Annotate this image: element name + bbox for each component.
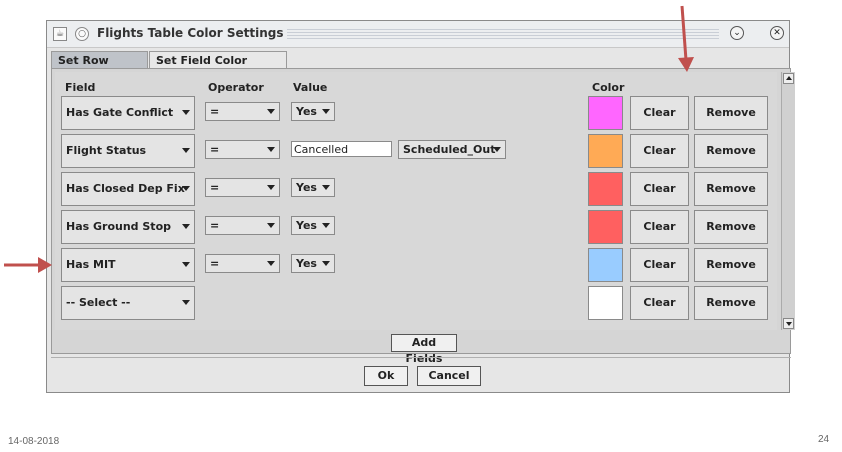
field-select-value: Has Gate Conflict: [66, 106, 174, 119]
value-select-value: Yes: [296, 219, 317, 232]
add-fields-button[interactable]: Add Fields: [391, 334, 457, 365]
field-select-value: Flight Status: [66, 144, 147, 157]
value-select[interactable]: Yes: [291, 216, 335, 235]
clear-button[interactable]: Clear: [630, 172, 689, 206]
operator-select-value: =: [210, 181, 220, 194]
java-app-icon: ☕: [53, 27, 67, 41]
remove-button[interactable]: Remove: [694, 96, 768, 130]
tab-set-row-colors[interactable]: Set Row Colors: [51, 51, 148, 84]
annotation-arrow-right: [4, 257, 52, 273]
operator-select[interactable]: =: [205, 254, 280, 273]
field-select-value: -- Select --: [66, 296, 131, 309]
operator-select-value: =: [210, 105, 220, 118]
chevron-down-icon: [322, 223, 330, 228]
color-swatch[interactable]: [588, 96, 623, 130]
window-menu-icon[interactable]: ○: [75, 27, 89, 41]
field-select[interactable]: Has Ground Stop: [61, 210, 195, 244]
chevron-down-icon: [493, 147, 501, 152]
vertical-scrollbar[interactable]: [781, 72, 795, 330]
remove-button[interactable]: Remove: [694, 134, 768, 168]
value-select-value: Yes: [296, 181, 317, 194]
color-settings-dialog: ☕ ○ Flights Table Color Settings ⌄ ✕ Set…: [46, 20, 795, 393]
operator-select[interactable]: =: [205, 178, 280, 197]
remove-button[interactable]: Remove: [694, 286, 768, 320]
chevron-down-icon: [267, 185, 275, 190]
value-select-value: Scheduled_Out: [403, 143, 496, 156]
chevron-down-icon: [267, 109, 275, 114]
window-title: Flights Table Color Settings: [97, 26, 284, 40]
title-bar: ☕ ○ Flights Table Color Settings ⌄ ✕: [47, 21, 789, 48]
value-select-value: Yes: [296, 105, 317, 118]
chevron-down-icon: [322, 261, 330, 266]
field-select-value: Has Closed Dep Fix: [66, 182, 185, 195]
operator-select-value: =: [210, 219, 220, 232]
chevron-down-icon: [182, 300, 190, 305]
remove-button[interactable]: Remove: [694, 248, 768, 282]
field-select[interactable]: Has MIT: [61, 248, 195, 282]
field-select[interactable]: -- Select --: [61, 286, 195, 320]
chevron-down-icon: [322, 109, 330, 114]
color-swatch[interactable]: [588, 286, 623, 320]
chevron-down-icon: [322, 185, 330, 190]
minimize-icon[interactable]: ⌄: [730, 26, 744, 40]
color-swatch[interactable]: [588, 172, 623, 206]
chevron-down-icon: [182, 186, 190, 191]
color-swatch[interactable]: [588, 210, 623, 244]
chevron-down-icon: [182, 110, 190, 115]
cancel-button[interactable]: Cancel: [417, 366, 481, 386]
scroll-down-button[interactable]: [783, 318, 794, 329]
color-swatch[interactable]: [588, 248, 623, 282]
field-select[interactable]: Has Gate Conflict: [61, 96, 195, 130]
remove-button[interactable]: Remove: [694, 172, 768, 206]
operator-select[interactable]: =: [205, 140, 280, 159]
chevron-down-icon: [182, 148, 190, 153]
clear-button[interactable]: Clear: [630, 134, 689, 168]
value-select-value: Yes: [296, 257, 317, 270]
clear-button[interactable]: Clear: [630, 96, 689, 130]
arrow-down-icon: [786, 322, 792, 326]
dialog-footer: Ok Cancel: [51, 357, 791, 391]
scroll-up-button[interactable]: [783, 73, 794, 84]
chevron-down-icon: [267, 223, 275, 228]
clear-button[interactable]: Clear: [630, 286, 689, 320]
clear-button[interactable]: Clear: [630, 248, 689, 282]
chevron-down-icon: [267, 147, 275, 152]
rules-list: Field Operator Value Color Has Gate Conf…: [55, 72, 777, 330]
operator-header: Operator: [208, 81, 264, 94]
field-select[interactable]: Has Closed Dep Fix: [61, 172, 195, 206]
tab-set-field-color-alerts[interactable]: Set Field Color Alerts: [149, 51, 287, 84]
value-select[interactable]: Yes: [291, 178, 335, 197]
chevron-down-icon: [267, 261, 275, 266]
value-header: Value: [293, 81, 328, 94]
close-icon[interactable]: ✕: [770, 26, 784, 40]
slide-date: 14-08-2018: [8, 436, 60, 447]
color-swatch[interactable]: [588, 134, 623, 168]
value-select[interactable]: Scheduled_Out: [398, 140, 506, 159]
arrow-up-icon: [786, 76, 792, 80]
remove-button[interactable]: Remove: [694, 210, 768, 244]
row-colors-panel: Field Operator Value Color Has Gate Conf…: [51, 68, 795, 365]
field-select-value: Has MIT: [66, 258, 116, 271]
operator-select-value: =: [210, 257, 220, 270]
operator-select[interactable]: =: [205, 216, 280, 235]
ok-button[interactable]: Ok: [364, 366, 408, 386]
field-select[interactable]: Flight Status: [61, 134, 195, 168]
title-grip: [287, 29, 719, 39]
value-text-field[interactable]: [291, 141, 392, 157]
field-header: Field: [65, 81, 96, 94]
chevron-down-icon: [182, 262, 190, 267]
value-select[interactable]: Yes: [291, 102, 335, 121]
color-header: Color: [592, 81, 625, 94]
slide-page-number: 24: [818, 434, 830, 445]
operator-select[interactable]: =: [205, 102, 280, 121]
chevron-down-icon: [182, 224, 190, 229]
field-select-value: Has Ground Stop: [66, 220, 171, 233]
value-select[interactable]: Yes: [291, 254, 335, 273]
operator-select-value: =: [210, 143, 220, 156]
clear-button[interactable]: Clear: [630, 210, 689, 244]
